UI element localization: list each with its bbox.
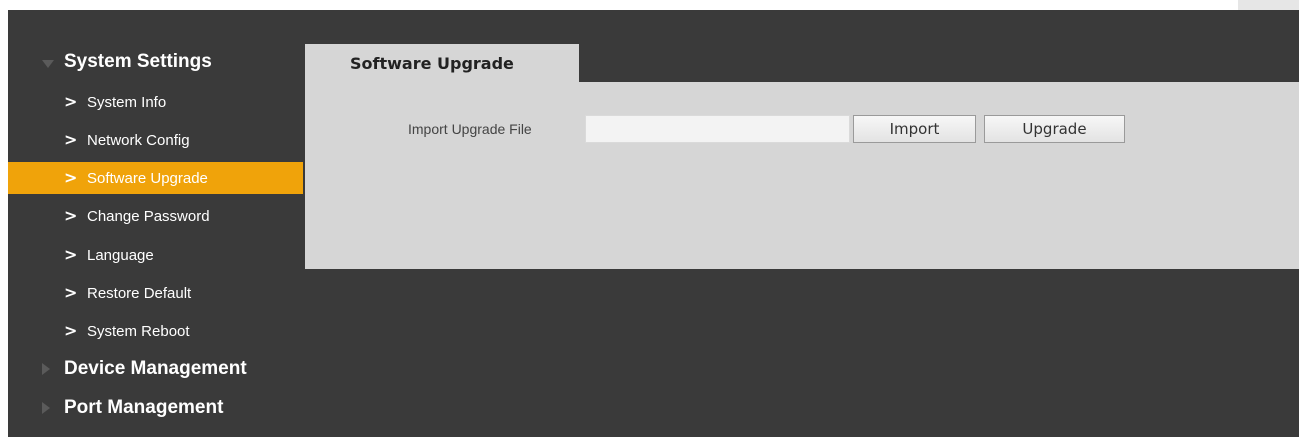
upgrade-button[interactable]: Upgrade <box>984 115 1125 143</box>
sidebar-item-language[interactable]: > Language <box>8 239 303 271</box>
chevron-right-icon: > <box>64 168 78 187</box>
app-frame: System Settings > System Info > Network … <box>8 10 1299 437</box>
expand-down-icon <box>42 60 54 68</box>
sidebar-item-label: Change Password <box>87 207 210 225</box>
content-panel <box>305 82 1299 269</box>
sidebar-group-system-settings[interactable]: System Settings <box>8 44 303 80</box>
chevron-right-icon: > <box>64 130 78 149</box>
import-button[interactable]: Import <box>853 115 976 143</box>
chevron-right-icon: > <box>64 245 78 264</box>
sidebar: System Settings > System Info > Network … <box>8 10 303 437</box>
sidebar-item-label: Restore Default <box>87 284 192 302</box>
window-top-strip <box>1238 0 1299 10</box>
sidebar-item-label: Software Upgrade <box>87 169 208 187</box>
chevron-right-icon: > <box>64 283 78 302</box>
sidebar-item-label: Language <box>87 246 154 264</box>
upgrade-file-input[interactable] <box>585 115 850 143</box>
sidebar-group-label: System Settings <box>64 51 212 72</box>
sidebar-item-system-reboot[interactable]: > System Reboot <box>8 315 303 347</box>
sidebar-item-change-password[interactable]: > Change Password <box>8 200 303 232</box>
sidebar-group-device-management[interactable]: Device Management <box>8 351 303 387</box>
sidebar-item-system-info[interactable]: > System Info <box>8 86 303 118</box>
sidebar-item-label: System Reboot <box>87 322 190 340</box>
sidebar-item-software-upgrade[interactable]: > Software Upgrade <box>8 162 303 194</box>
expand-right-icon <box>42 402 50 414</box>
expand-right-icon <box>42 363 50 375</box>
sidebar-item-label: System Info <box>87 93 167 111</box>
chevron-right-icon: > <box>64 92 78 111</box>
sidebar-group-port-management[interactable]: Port Management <box>8 390 303 426</box>
sidebar-item-network-config[interactable]: > Network Config <box>8 124 303 156</box>
sidebar-group-label: Device Management <box>64 358 247 379</box>
sidebar-item-restore-default[interactable]: > Restore Default <box>8 277 303 309</box>
sidebar-group-label: Port Management <box>64 397 224 418</box>
chevron-right-icon: > <box>64 206 78 225</box>
import-upgrade-file-label: Import Upgrade File <box>408 121 532 137</box>
sidebar-item-label: Network Config <box>87 131 190 149</box>
chevron-right-icon: > <box>64 321 78 340</box>
tab-software-upgrade[interactable]: Software Upgrade <box>305 44 579 82</box>
